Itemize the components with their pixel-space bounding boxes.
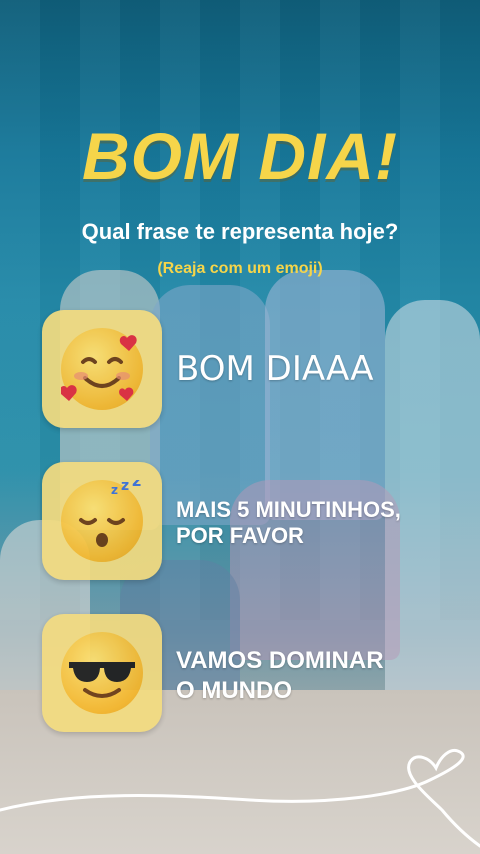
option-3-label: VAMOS DOMINAR O MUNDO (176, 646, 436, 706)
svg-text:z: z (121, 480, 129, 494)
svg-text:z: z (132, 480, 141, 490)
option-2-label-line-2: POR FAVOR (176, 523, 304, 548)
option-2-label-line-1: MAIS 5 MINUTINHOS, (176, 497, 401, 522)
page-title: BOM DIA! (82, 119, 398, 193)
option-2-emoji-card[interactable]: z z z (42, 462, 162, 580)
sunglasses-face-icon (61, 632, 143, 714)
heart-scribble-decoration (0, 749, 480, 848)
option-1-label: BOM DIAAA (176, 349, 374, 389)
subtitle: Qual frase te representa hoje? (81, 219, 399, 244)
hint-text: (Reaja com um emoji) (157, 260, 323, 277)
option-2-label: MAIS 5 MINUTINHOS, POR FAVOR (176, 497, 446, 549)
story-page: BOM DIA! Qual frase te representa hoje? … (0, 0, 480, 854)
option-1-emoji-card[interactable] (42, 310, 162, 428)
smiling-face-with-hearts-icon (59, 328, 143, 410)
option-3-emoji-card[interactable] (42, 614, 162, 732)
svg-text:z: z (111, 483, 118, 497)
option-3-label-line-2: O MUNDO (176, 677, 292, 704)
option-3-label-line-1: VAMOS DOMINAR (176, 647, 384, 674)
sleeping-face-icon: z z z (61, 471, 143, 562)
